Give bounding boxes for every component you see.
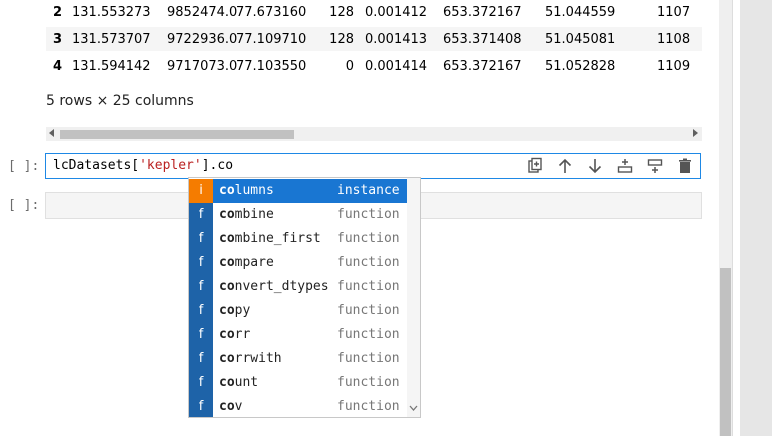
code-string: 'kepler'	[139, 158, 202, 173]
table-cell: 1108	[657, 32, 691, 47]
function-type-badge: f	[189, 227, 213, 251]
table-row: 2 131.553273 9852474.0 77.673160 128 0.0…	[46, 0, 702, 24]
table-cell: 77.673160	[236, 5, 307, 20]
duplicate-icon[interactable]	[526, 157, 544, 175]
table-cell: 51.045081	[545, 32, 616, 47]
completer-item-kind: function	[337, 399, 400, 414]
completer-item-label: corr	[219, 327, 251, 342]
completer-item-label: columns	[219, 183, 274, 198]
completer-item[interactable]: f combine function	[189, 203, 407, 227]
function-type-badge: f	[189, 347, 213, 371]
table-cell: 128	[329, 32, 354, 47]
completer-item-label: count	[219, 375, 259, 390]
table-cell: 1107	[657, 5, 691, 20]
scroll-left-icon[interactable]	[49, 129, 54, 137]
insert-above-icon[interactable]	[616, 157, 634, 175]
table-cell: 131.573707	[72, 32, 151, 47]
completer-item-kind: function	[337, 351, 400, 366]
table-cell: 9852474.0	[167, 5, 238, 20]
move-down-icon[interactable]	[586, 157, 604, 175]
row-index: 2	[52, 5, 62, 20]
function-type-badge: f	[189, 299, 213, 323]
completer-item-kind: function	[337, 375, 400, 390]
horizontal-scroll-thumb[interactable]	[60, 130, 294, 139]
completer-popup[interactable]: i columns instance f combine function f …	[188, 177, 421, 418]
function-type-badge: f	[189, 203, 213, 227]
completer-item[interactable]: f convert_dtypes function	[189, 275, 407, 299]
cell-prompt: [ ]:	[8, 198, 40, 213]
completer-scrollbar[interactable]	[407, 178, 420, 417]
cell-prompt: [ ]:	[8, 159, 40, 174]
table-cell: 653.371408	[443, 32, 522, 47]
completer-item-kind: function	[337, 231, 400, 246]
completer-item[interactable]: f corrwith function	[189, 347, 407, 371]
completer-item-label: corrwith	[219, 351, 282, 366]
completer-item-kind: instance	[337, 183, 400, 198]
table-cell: 653.372167	[443, 5, 522, 20]
insert-below-icon[interactable]	[646, 157, 664, 175]
code-text[interactable]: lcDatasets['kepler'].co	[53, 158, 233, 173]
completer-item-label: copy	[219, 303, 251, 318]
function-type-badge: f	[189, 275, 213, 299]
table-row: 3 131.573707 9722936.0 77.109710 128 0.0…	[46, 27, 702, 51]
completer-item-label: cov	[219, 399, 243, 414]
completer-item-label: compare	[219, 255, 274, 270]
completer-item-kind: function	[337, 255, 400, 270]
completer-item[interactable]: f count function	[189, 371, 407, 395]
table-cell: 0	[345, 59, 354, 74]
move-up-icon[interactable]	[556, 157, 574, 175]
notebook-scroll-thumb[interactable]	[720, 268, 731, 436]
row-index: 4	[52, 59, 62, 74]
completer-item[interactable]: f combine_first function	[189, 227, 407, 251]
scroll-right-icon[interactable]	[693, 129, 698, 137]
table-cell: 9722936.0	[167, 32, 238, 47]
completer-item-kind: function	[337, 279, 400, 294]
table-cell: 77.109710	[236, 32, 307, 47]
completer-item-kind: function	[337, 303, 400, 318]
completer-item[interactable]: f copy function	[189, 299, 407, 323]
table-cell: 1109	[657, 59, 691, 74]
row-index: 3	[52, 32, 62, 47]
code-prefix: lcDatasets[	[53, 158, 140, 173]
function-type-badge: f	[189, 251, 213, 275]
instance-type-badge: i	[189, 179, 213, 203]
table-row: 4 131.594142 9717073.0 77.103550 0 0.001…	[46, 54, 702, 78]
completer-item-kind: function	[337, 207, 400, 222]
completer-item-label: combine	[219, 207, 274, 222]
table-cell: 51.044559	[545, 5, 616, 20]
table-cell: 131.594142	[72, 59, 151, 74]
table-cell: 131.553273	[72, 5, 151, 20]
scroll-down-icon[interactable]	[409, 404, 418, 412]
table-cell: 0.001413	[365, 32, 428, 47]
table-cell: 51.052828	[545, 59, 616, 74]
table-cell: 0.001414	[365, 59, 428, 74]
completer-item[interactable]: i columns instance	[189, 179, 407, 203]
completer-item-label: convert_dtypes	[219, 279, 329, 294]
function-type-badge: f	[189, 323, 213, 347]
function-type-badge: f	[189, 395, 213, 417]
delete-icon[interactable]	[676, 157, 694, 175]
table-cell: 0.001412	[365, 5, 428, 20]
right-side-panel	[740, 0, 772, 436]
completer-item[interactable]: f corr function	[189, 323, 407, 347]
code-suffix: ].co	[201, 158, 234, 173]
completer-item[interactable]: f compare function	[189, 251, 407, 275]
dataframe-shape-note: 5 rows × 25 columns	[46, 93, 194, 109]
table-cell: 128	[329, 5, 354, 20]
completer-item-label: combine_first	[219, 231, 321, 246]
completer-item-kind: function	[337, 327, 400, 342]
table-cell: 653.372167	[443, 59, 522, 74]
completer-item[interactable]: f cov function	[189, 395, 407, 417]
table-cell: 77.103550	[236, 59, 307, 74]
function-type-badge: f	[189, 371, 213, 395]
table-cell: 9717073.0	[167, 59, 238, 74]
